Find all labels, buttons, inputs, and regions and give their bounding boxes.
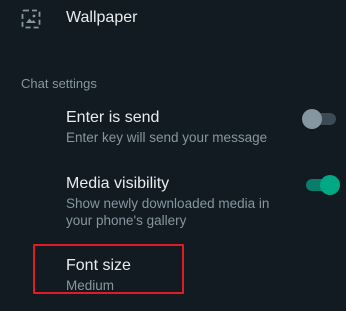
settings-screen: Wallpaper Chat settings Enter is send En… [0,0,346,311]
wallpaper-label: Wallpaper [66,9,138,26]
media-visibility-toggle[interactable] [304,175,340,195]
enter-is-send-toggle[interactable] [302,109,338,129]
media-visibility-setting[interactable]: Media visibility Show newly downloaded m… [0,170,346,232]
enter-is-send-setting[interactable]: Enter is send Enter key will send your m… [0,104,346,148]
enter-is-send-title: Enter is send [66,109,160,126]
enter-is-send-subtitle: Enter key will send your message [66,130,268,145]
media-visibility-title: Media visibility [66,175,170,192]
font-size-highlight-box [33,244,184,294]
chat-settings-heading: Chat settings [21,76,97,91]
toggle-thumb [302,109,322,129]
wallpaper-icon [21,9,41,29]
wallpaper-row[interactable]: Wallpaper [0,0,346,40]
media-visibility-subtitle: Show newly downloaded media in your phon… [66,196,270,228]
toggle-thumb [320,175,340,195]
